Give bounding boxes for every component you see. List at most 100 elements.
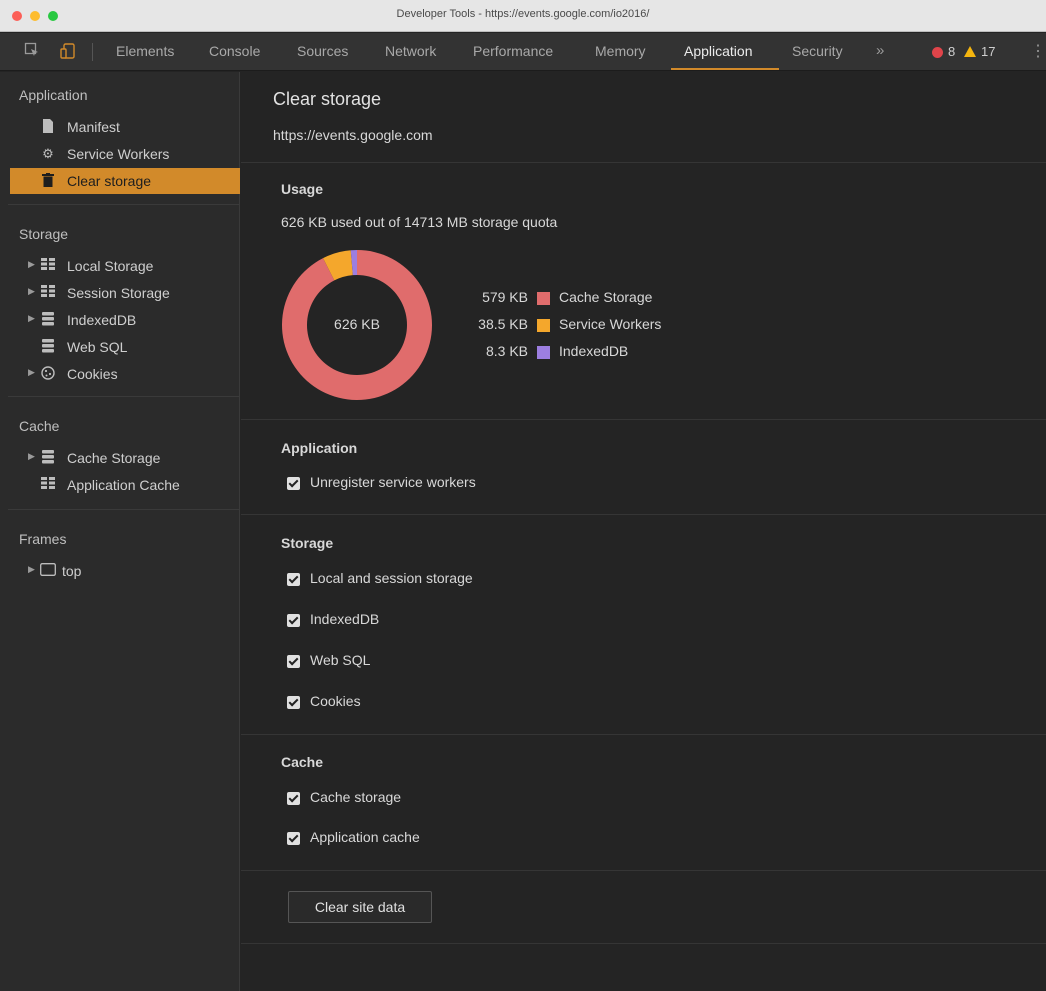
checkbox-label[interactable]: Local and session storage bbox=[310, 570, 473, 586]
section-divider bbox=[241, 514, 1046, 515]
warning-icon[interactable] bbox=[964, 46, 976, 57]
sidebar-item-service-workers[interactable]: ⚙ Service Workers bbox=[10, 141, 240, 167]
tab-memory[interactable]: Memory bbox=[595, 43, 646, 59]
sidebar-item-label: Cookies bbox=[67, 366, 118, 382]
expand-arrow-icon[interactable]: ▶ bbox=[28, 564, 35, 575]
sidebar-item-local-storage[interactable]: ▶ Local Storage bbox=[10, 253, 240, 279]
checkbox-label[interactable]: Web SQL bbox=[310, 652, 370, 668]
sidebar-divider bbox=[8, 396, 240, 397]
legend-value: 38.5 KB bbox=[478, 316, 528, 332]
sidebar-section-application: Application bbox=[19, 87, 88, 103]
sidebar-divider bbox=[8, 509, 240, 510]
legend-label: Cache Storage bbox=[559, 289, 653, 305]
devtools-toolbar: Elements Console Sources Network Perform… bbox=[0, 33, 1046, 71]
active-tab-indicator bbox=[671, 68, 779, 70]
sidebar-item-label: Manifest bbox=[67, 119, 120, 135]
usage-section-title: Usage bbox=[281, 181, 324, 197]
section-divider bbox=[241, 162, 1046, 163]
grid-icon bbox=[40, 285, 56, 301]
legend-swatch bbox=[537, 346, 550, 359]
tab-elements[interactable]: Elements bbox=[116, 43, 174, 59]
legend-item-service-workers: 38.5 KB Service Workers bbox=[241, 316, 1046, 336]
customize-menu-button[interactable]: ⋮ bbox=[1030, 41, 1046, 61]
sidebar-item-session-storage[interactable]: ▶ Session Storage bbox=[10, 280, 240, 306]
window-title: Developer Tools - https://events.google.… bbox=[396, 8, 650, 20]
more-tabs-button[interactable]: » bbox=[876, 42, 884, 59]
expand-arrow-icon[interactable]: ▶ bbox=[28, 451, 35, 462]
legend-item-cache-storage: 579 KB Cache Storage bbox=[241, 289, 1046, 309]
frame-icon bbox=[40, 563, 56, 579]
checkbox[interactable] bbox=[287, 655, 300, 668]
device-toggle-icon[interactable] bbox=[58, 42, 78, 62]
origin-url: https://events.google.com bbox=[273, 127, 433, 143]
error-icon[interactable] bbox=[932, 47, 943, 58]
legend-swatch bbox=[537, 292, 550, 305]
clear-site-data-button[interactable]: Clear site data bbox=[288, 891, 432, 923]
tab-console[interactable]: Console bbox=[209, 43, 260, 59]
section-divider bbox=[241, 870, 1046, 871]
checkbox-label[interactable]: Unregister service workers bbox=[310, 474, 476, 490]
legend-value: 579 KB bbox=[482, 289, 528, 305]
checkbox[interactable] bbox=[287, 477, 300, 490]
tab-network[interactable]: Network bbox=[385, 43, 436, 59]
expand-arrow-icon[interactable]: ▶ bbox=[28, 367, 35, 378]
database-icon bbox=[40, 312, 56, 328]
window-titlebar: Developer Tools - https://events.google.… bbox=[0, 0, 1046, 32]
expand-arrow-icon[interactable]: ▶ bbox=[28, 286, 35, 297]
inspect-element-icon[interactable] bbox=[22, 42, 42, 62]
clear-storage-panel: Clear storage https://events.google.com … bbox=[241, 72, 1046, 991]
sidebar-item-label: Web SQL bbox=[67, 339, 128, 355]
gear-icon: ⚙ bbox=[42, 146, 54, 161]
sidebar-item-label: top bbox=[62, 563, 82, 579]
grid-icon bbox=[40, 258, 56, 274]
sidebar-item-clear-storage[interactable]: Clear storage bbox=[10, 168, 240, 194]
database-icon bbox=[40, 450, 56, 466]
sidebar-item-label: Application Cache bbox=[67, 477, 180, 493]
sidebar-item-cache-storage[interactable]: ▶ Cache Storage bbox=[10, 445, 240, 471]
database-icon bbox=[40, 339, 56, 355]
sidebar-item-cookies[interactable]: ▶ Cookies bbox=[10, 361, 240, 387]
tab-application[interactable]: Application bbox=[684, 43, 753, 59]
grid-icon bbox=[40, 477, 56, 493]
tab-security[interactable]: Security bbox=[792, 43, 843, 59]
sidebar-item-manifest[interactable]: Manifest bbox=[10, 114, 240, 140]
tab-performance[interactable]: Performance bbox=[473, 43, 553, 59]
section-divider bbox=[241, 419, 1046, 420]
expand-arrow-icon[interactable]: ▶ bbox=[28, 313, 35, 324]
checkbox[interactable] bbox=[287, 696, 300, 709]
expand-arrow-icon[interactable]: ▶ bbox=[28, 259, 35, 270]
sidebar-item-label: IndexedDB bbox=[67, 312, 137, 328]
sidebar-item-frame-top[interactable]: ▶ top bbox=[10, 558, 240, 584]
checkbox-label[interactable]: IndexedDB bbox=[310, 611, 379, 627]
sidebar-item-application-cache[interactable]: Application Cache bbox=[10, 472, 240, 498]
sidebar-item-label: Cache Storage bbox=[67, 450, 161, 466]
sidebar-section-cache: Cache bbox=[19, 418, 60, 434]
checkbox-label[interactable]: Application cache bbox=[310, 829, 420, 845]
sidebar-section-frames: Frames bbox=[19, 531, 67, 547]
warning-count[interactable]: 17 bbox=[981, 44, 995, 59]
tab-sources[interactable]: Sources bbox=[297, 43, 348, 59]
cache-section-title: Cache bbox=[281, 754, 324, 770]
sidebar-item-label: Local Storage bbox=[67, 258, 154, 274]
usage-summary: 626 KB used out of 14713 MB storage quot… bbox=[281, 214, 558, 230]
legend-value: 8.3 KB bbox=[485, 343, 528, 359]
sidebar-item-indexeddb[interactable]: ▶ IndexedDB bbox=[10, 307, 240, 333]
sidebar-item-label: Clear storage bbox=[67, 173, 152, 189]
legend-item-indexeddb: 8.3 KB IndexedDB bbox=[241, 343, 1046, 363]
checkbox[interactable] bbox=[287, 832, 300, 845]
error-count[interactable]: 8 bbox=[948, 44, 955, 59]
legend-label: IndexedDB bbox=[559, 343, 629, 359]
legend-swatch bbox=[537, 319, 550, 332]
checkbox[interactable] bbox=[287, 573, 300, 586]
sidebar-item-label: Session Storage bbox=[67, 285, 170, 301]
checkbox-label[interactable]: Cookies bbox=[310, 693, 361, 709]
sidebar-section-storage: Storage bbox=[19, 226, 69, 242]
section-divider bbox=[241, 734, 1046, 735]
sidebar: Application Manifest ⚙ Service Workers C… bbox=[0, 72, 240, 991]
legend-label: Service Workers bbox=[559, 316, 662, 332]
checkbox[interactable] bbox=[287, 614, 300, 627]
checkbox-label[interactable]: Cache storage bbox=[310, 789, 401, 805]
sidebar-divider bbox=[8, 204, 240, 205]
sidebar-item-web-sql[interactable]: Web SQL bbox=[10, 334, 240, 360]
checkbox[interactable] bbox=[287, 792, 300, 805]
